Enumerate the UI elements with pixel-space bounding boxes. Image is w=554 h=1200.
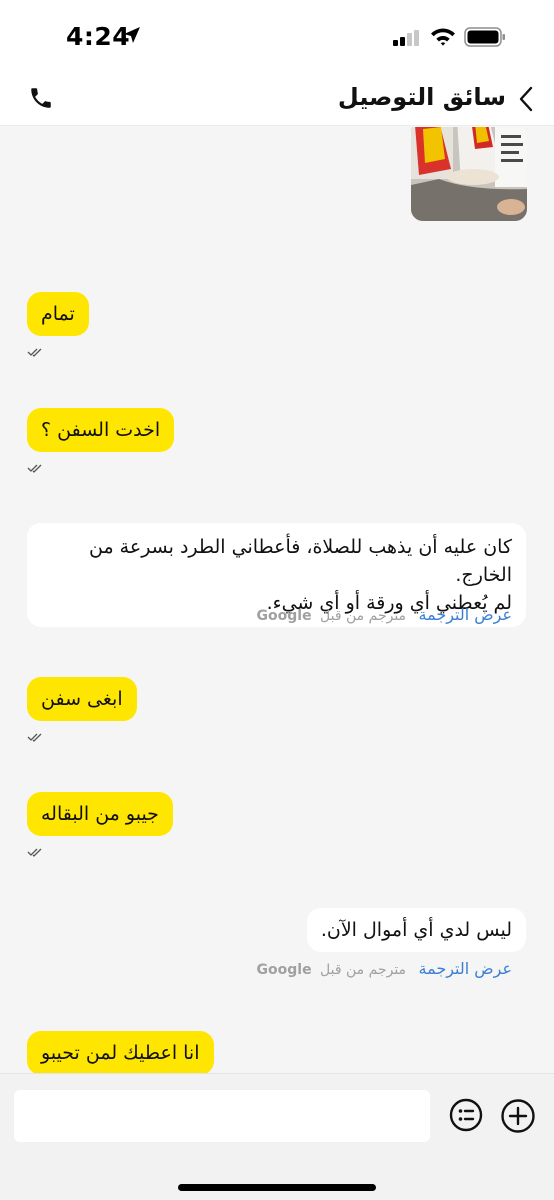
outgoing-message[interactable]: تمام [27, 292, 89, 336]
double-check-icon [27, 348, 42, 357]
message-line: كان عليه أن يذهب للصلاة، فأعطاني الطرد ب… [89, 536, 512, 586]
cellular-signal-icon [393, 30, 419, 46]
chat-screen: 4:24 سائق التوصيل تمام اخدت السفن ؟ كان … [0, 0, 554, 1200]
phone-call-icon[interactable] [28, 85, 54, 111]
status-time: 4:24 [66, 22, 131, 51]
location-arrow-icon [124, 27, 140, 43]
translated-by-label: مترجم من قبل [320, 608, 407, 624]
sticker-icon[interactable] [449, 1098, 483, 1132]
outgoing-message[interactable]: اخدت السفن ؟ [27, 408, 175, 452]
add-attachment-icon[interactable] [500, 1098, 536, 1134]
translation-row: عرض الترجمة مترجم من قبل Google [257, 959, 512, 978]
google-logo: Google [256, 962, 312, 978]
composer-bar [0, 1073, 554, 1200]
photo-message[interactable] [411, 127, 527, 221]
message-input[interactable] [14, 1090, 430, 1142]
photo-thumbnail [411, 127, 527, 221]
home-indicator[interactable] [178, 1184, 376, 1191]
status-bar: 4:24 [0, 0, 554, 74]
show-translation-link[interactable]: عرض الترجمة [419, 605, 513, 624]
outgoing-message[interactable]: ابغى سفن [27, 677, 137, 721]
double-check-icon [27, 733, 42, 742]
google-logo: Google [256, 608, 312, 624]
message-list[interactable]: تمام اخدت السفن ؟ كان عليه أن يذهب للصلا… [0, 127, 554, 1073]
chat-header: سائق التوصيل [0, 74, 554, 126]
translated-by-label: مترجم من قبل [320, 962, 407, 978]
double-check-icon [27, 464, 42, 473]
show-translation-link[interactable]: عرض الترجمة [419, 959, 513, 978]
double-check-icon [27, 848, 42, 857]
outgoing-message[interactable]: جيبو من البقاله [27, 792, 173, 836]
translation-row: عرض الترجمة مترجم من قبل Google [257, 605, 512, 624]
wifi-icon [431, 28, 455, 46]
back-chevron-icon[interactable] [518, 86, 534, 112]
outgoing-message[interactable]: انا اعطيك لمن تحيبو [27, 1031, 214, 1073]
battery-icon [464, 27, 505, 47]
incoming-message[interactable]: ليس لدي أي أموال الآن. [306, 908, 526, 952]
chat-title: سائق التوصيل [337, 83, 506, 111]
